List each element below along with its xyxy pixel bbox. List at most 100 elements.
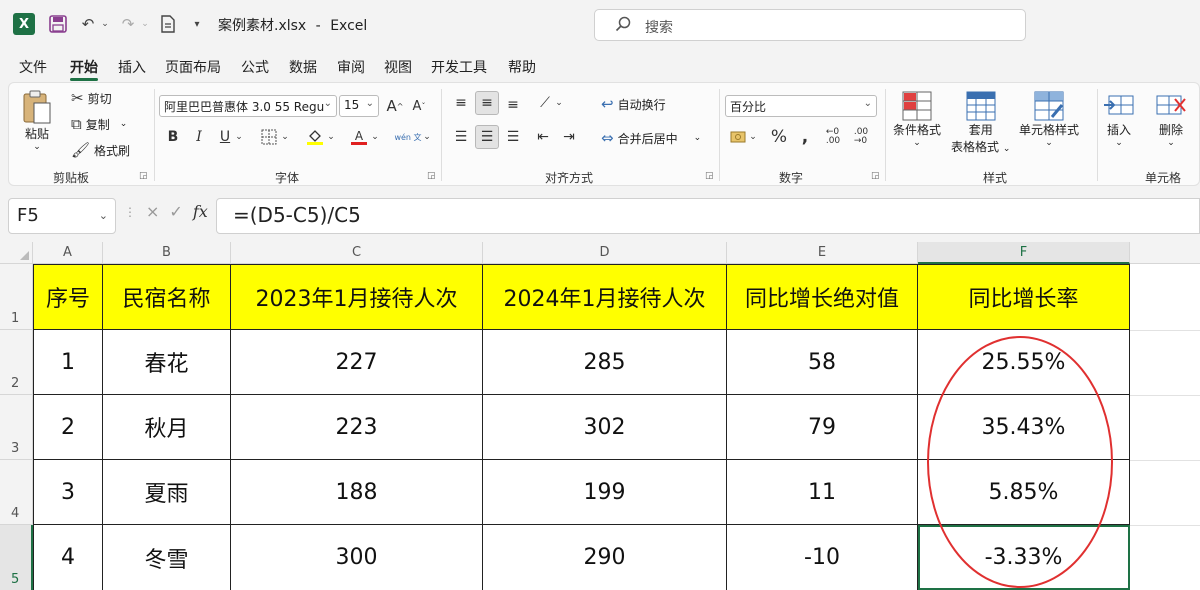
redo-icon[interactable]: ↷ — [118, 13, 138, 35]
spreadsheet-grid[interactable]: A B C D E F 1 2 3 4 5 序号 民宿名称 2023年1月接待人次 2… — [0, 242, 1200, 590]
search-box[interactable]: 搜索 — [594, 9, 1026, 41]
tab-help[interactable]: 帮助 — [508, 57, 536, 77]
undo-icon[interactable]: ↶ — [78, 13, 98, 35]
fill-color-dropdown-icon[interactable]: ⌄ — [325, 125, 337, 149]
sheet-icon[interactable] — [158, 13, 178, 35]
row-header-2[interactable]: 2 — [0, 330, 33, 395]
cut-button[interactable]: ✂ 剪切 — [71, 89, 112, 107]
redo-dropdown-icon[interactable]: ⌄ — [140, 13, 150, 35]
increase-decimal-button[interactable]: ←0.00 — [821, 125, 845, 149]
font-color-dropdown-icon[interactable]: ⌄ — [369, 125, 381, 149]
comma-style-button[interactable]: , — [793, 125, 817, 149]
cell-d1[interactable]: 2024年1月接待人次 — [483, 264, 727, 330]
cell-e1[interactable]: 同比增长绝对值 — [727, 264, 918, 330]
cell-a2[interactable]: 1 — [33, 330, 103, 395]
cell-c5[interactable]: 300 — [231, 525, 483, 590]
cell-c2[interactable]: 227 — [231, 330, 483, 395]
tab-developer[interactable]: 开发工具 — [431, 57, 487, 77]
align-bottom-button[interactable]: ≡ — [501, 93, 525, 117]
cell-c1[interactable]: 2023年1月接待人次 — [231, 264, 483, 330]
bold-button[interactable]: B — [161, 125, 185, 149]
tab-formulas[interactable]: 公式 — [241, 57, 269, 77]
insert-cells-button[interactable]: 插入 ⌄ — [1103, 91, 1135, 148]
borders-button[interactable] — [257, 125, 281, 149]
orientation-dropdown-icon[interactable]: ⌄ — [553, 91, 565, 115]
conditional-format-button[interactable]: 条件格式 ⌄ — [893, 91, 941, 148]
increase-indent-button[interactable]: ⇥ — [557, 125, 581, 149]
enter-icon[interactable]: ✓ — [169, 202, 182, 221]
phonetic-dropdown-icon[interactable]: ⌄ — [421, 125, 433, 149]
percent-style-button[interactable]: % — [767, 125, 791, 149]
clipboard-launcher-icon[interactable]: ◲ — [139, 171, 148, 181]
cell-a3[interactable]: 2 — [33, 395, 103, 460]
cell-d3[interactable]: 302 — [483, 395, 727, 460]
grow-font-button[interactable]: A ^ — [383, 94, 407, 118]
cell-d4[interactable]: 199 — [483, 460, 727, 525]
accounting-dropdown-icon[interactable]: ⌄ — [747, 125, 759, 149]
cell-f2[interactable]: 25.55% — [918, 330, 1130, 395]
underline-dropdown-icon[interactable]: ⌄ — [233, 125, 245, 149]
cell-f5[interactable]: -3.33% — [918, 525, 1130, 590]
select-all-corner[interactable] — [0, 242, 33, 264]
cell-e5[interactable]: -10 — [727, 525, 918, 590]
cell-c3[interactable]: 223 — [231, 395, 483, 460]
cell-e4[interactable]: 11 — [727, 460, 918, 525]
column-header-b[interactable]: B — [103, 242, 231, 264]
cell-f1[interactable]: 同比增长率 — [918, 264, 1130, 330]
column-header-g[interactable] — [1130, 242, 1200, 264]
phonetic-guide-button[interactable]: wén 文 — [393, 125, 423, 149]
align-left-button[interactable]: ☰ — [449, 125, 473, 149]
cell-b2[interactable]: 春花 — [103, 330, 231, 395]
align-right-button[interactable]: ☰ — [501, 125, 525, 149]
undo-dropdown-icon[interactable]: ⌄ — [100, 13, 110, 35]
font-name-select[interactable]: 阿里巴巴普惠体 3.0 55 Regu ⌄ — [159, 95, 337, 117]
alignment-launcher-icon[interactable]: ◲ — [705, 171, 714, 181]
insert-function-icon[interactable]: fx — [193, 202, 208, 221]
number-format-select[interactable]: 百分比 ⌄ — [725, 95, 877, 117]
copy-dropdown-icon[interactable]: ⌄ — [120, 119, 128, 129]
merge-dropdown-icon[interactable]: ⌄ — [694, 133, 702, 143]
column-header-c[interactable]: C — [231, 242, 483, 264]
font-launcher-icon[interactable]: ◲ — [427, 171, 436, 181]
copy-button[interactable]: ⧉ 复制 ⌄ — [71, 115, 127, 133]
tab-insert[interactable]: 插入 — [118, 57, 146, 77]
formula-input[interactable]: =(D5-C5)/C5 — [216, 198, 1200, 234]
tab-review[interactable]: 审阅 — [337, 57, 365, 77]
cell-f4[interactable]: 5.85% — [918, 460, 1130, 525]
paste-dropdown-icon[interactable]: ⌄ — [33, 142, 41, 152]
number-launcher-icon[interactable]: ◲ — [871, 171, 880, 181]
cell-styles-button[interactable]: 单元格样式 ⌄ — [1019, 91, 1079, 148]
delete-cells-button[interactable]: 删除 ⌄ — [1155, 91, 1187, 148]
more-options-icon[interactable]: ⋮ — [124, 205, 136, 219]
tab-home[interactable]: 开始 — [70, 57, 98, 77]
cell-a1[interactable]: 序号 — [33, 264, 103, 330]
align-middle-button[interactable]: ≡ — [475, 91, 499, 115]
column-header-a[interactable]: A — [33, 242, 103, 264]
decrease-indent-button[interactable]: ⇤ — [531, 125, 555, 149]
cell-b1[interactable]: 民宿名称 — [103, 264, 231, 330]
column-header-d[interactable]: D — [483, 242, 727, 264]
tab-view[interactable]: 视图 — [384, 57, 412, 77]
name-box[interactable]: F5 ⌄ — [8, 198, 116, 234]
cell-e2[interactable]: 58 — [727, 330, 918, 395]
font-size-select[interactable]: 15 ⌄ — [339, 95, 379, 117]
row-header-1[interactable]: 1 — [0, 264, 33, 330]
cell-d5[interactable]: 290 — [483, 525, 727, 590]
decrease-decimal-button[interactable]: .00 →0 — [849, 125, 873, 149]
cell-e3[interactable]: 79 — [727, 395, 918, 460]
chevron-down-icon[interactable]: ⌄ — [99, 209, 108, 222]
tab-file[interactable]: 文件 — [19, 57, 47, 77]
cell-b4[interactable]: 夏雨 — [103, 460, 231, 525]
italic-button[interactable]: I — [187, 125, 211, 149]
cell-b3[interactable]: 秋月 — [103, 395, 231, 460]
row-header-5[interactable]: 5 — [0, 525, 33, 590]
cell-f3[interactable]: 35.43% — [918, 395, 1130, 460]
cell-d2[interactable]: 285 — [483, 330, 727, 395]
align-center-button[interactable]: ☰ — [475, 125, 499, 149]
cell-c4[interactable]: 188 — [231, 460, 483, 525]
align-top-button[interactable]: ≡ — [449, 91, 473, 115]
shrink-font-button[interactable]: Aˇ — [407, 94, 431, 118]
format-painter-button[interactable]: 🖌 格式刷 — [71, 141, 130, 159]
cell-a4[interactable]: 3 — [33, 460, 103, 525]
row-header-4[interactable]: 4 — [0, 460, 33, 525]
